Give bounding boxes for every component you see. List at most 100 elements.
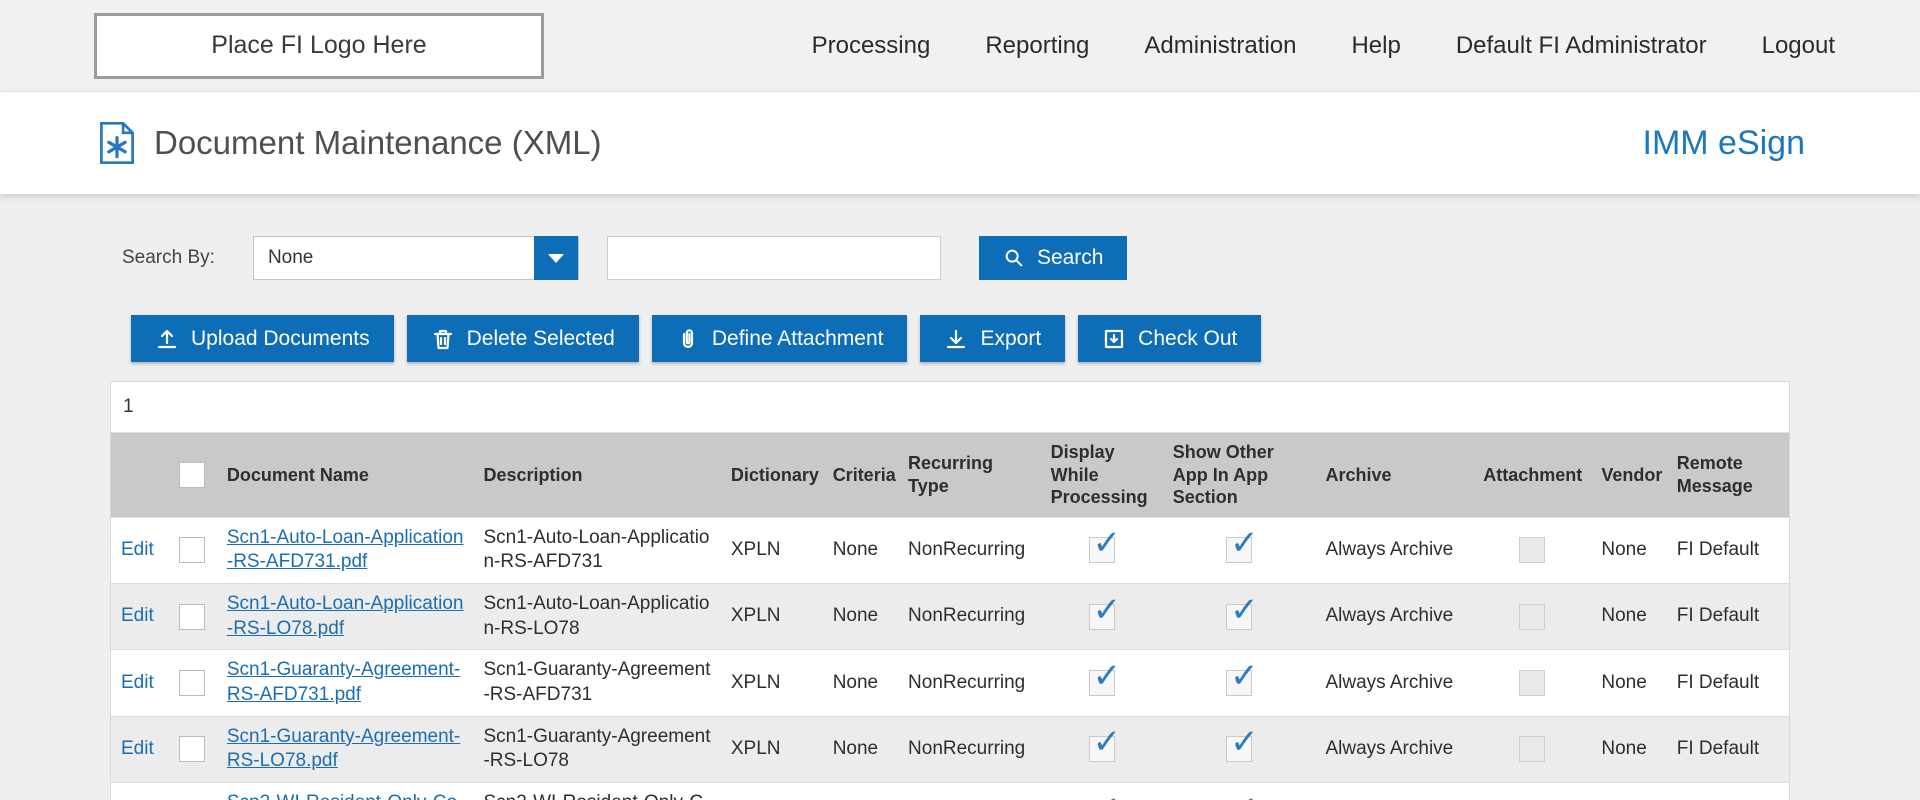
show-other-app-checkbox[interactable] [1226,736,1252,762]
edit-cell: Edit [111,517,168,583]
archive-cell: Always Archive [1315,650,1473,716]
remote-message-cell: FI Default [1667,517,1789,583]
delete-selected-button[interactable]: Delete Selected [407,315,639,362]
col-archive: Archive [1315,433,1473,517]
description-cell: Scn1-Auto-Loan-Application-RS-AFD731 [473,517,720,583]
edit-cell: Edit [111,583,168,649]
display-while-processing-checkbox[interactable] [1089,537,1115,563]
define-attachment-button[interactable]: Define Attachment [652,315,908,362]
archive-cell: Always Archive [1315,716,1473,782]
select-cell [168,783,217,800]
title-bar: Document Maintenance (XML) IMM eSign [0,92,1920,194]
search-by-label: Search By: [122,247,215,269]
vendor-cell: None [1591,583,1666,649]
criteria-cell: None [823,650,898,716]
description-cell: Scn1-Guaranty-Agreement-RS-AFD731 [473,650,720,716]
show-other-app-checkbox-cell [1163,783,1316,800]
attachment-checkbox [1519,670,1545,696]
document-name-link[interactable]: Scn1-Auto-Loan-Application-RS-LO78.pdf [227,593,464,639]
dropdown-toggle-button[interactable] [534,236,578,280]
show-other-app-checkbox-cell [1163,650,1316,716]
remote-message-cell: FI Default [1667,783,1789,800]
top-nav: Processing Reporting Administration Help… [812,32,1920,60]
nav-administration[interactable]: Administration [1144,32,1296,60]
display-while-processing-checkbox-cell [1041,583,1163,649]
display-while-processing-checkbox[interactable] [1089,670,1115,696]
remote-message-cell: FI Default [1667,716,1789,782]
dictionary-cell: XPLN [721,650,823,716]
export-button[interactable]: Export [920,315,1065,362]
select-cell [168,650,217,716]
page-number-1[interactable]: 1 [123,396,134,417]
dictionary-cell: XPLN [721,783,823,800]
select-all-checkbox[interactable] [179,462,205,488]
table-body: Edit Scn1-Auto-Loan-Application-RS-AFD731… [111,517,1789,800]
display-while-processing-checkbox-cell [1041,716,1163,782]
edit-cell: Edit [111,650,168,716]
row-checkbox[interactable] [179,670,205,696]
show-other-app-checkbox[interactable] [1226,537,1252,563]
define-attachment-label: Define Attachment [712,327,884,351]
fi-logo-text: Place FI Logo Here [211,31,426,60]
show-other-app-checkbox[interactable] [1226,670,1252,696]
search-row: Search By: None Search [122,236,1920,280]
display-while-processing-checkbox-cell [1041,650,1163,716]
export-icon [944,327,968,351]
criteria-cell: None [823,583,898,649]
check-out-button[interactable]: Check Out [1078,315,1261,362]
nav-logout[interactable]: Logout [1762,32,1835,60]
edit-link[interactable]: Edit [121,672,154,693]
nav-reporting[interactable]: Reporting [985,32,1089,60]
search-button[interactable]: Search [979,236,1128,280]
criteria-cell: None [823,716,898,782]
document-name-link[interactable]: Scn1-Guaranty-Agreement-RS-AFD731.pdf [227,659,460,705]
col-display-while-processing: Display While Processing [1041,433,1163,517]
check-out-label: Check Out [1138,327,1237,351]
col-edit [111,433,168,517]
col-recurring-type: Recurring Type [898,433,1041,517]
attachment-checkbox [1519,537,1545,563]
fi-logo-placeholder: Place FI Logo Here [94,13,544,79]
edit-cell: Edit [111,716,168,782]
row-checkbox[interactable] [179,736,205,762]
upload-documents-label: Upload Documents [191,327,370,351]
archive-cell: Always Archive [1315,783,1473,800]
document-name-link[interactable]: Scn1-Guaranty-Agreement-RS-LO78.pdf [227,726,460,772]
edit-link[interactable]: Edit [121,539,154,560]
upload-documents-button[interactable]: Upload Documents [131,315,394,362]
display-while-processing-checkbox[interactable] [1089,736,1115,762]
edit-link[interactable]: Edit [121,605,154,626]
attachment-checkbox [1519,736,1545,762]
col-dictionary: Dictionary [721,433,823,517]
table-row: Edit Scn1-Auto-Loan-Application-RS-AFD731… [111,517,1789,583]
dictionary-cell: XPLN [721,583,823,649]
select-cell [168,716,217,782]
search-input[interactable] [607,236,941,280]
export-label: Export [980,327,1041,351]
display-while-processing-checkbox[interactable] [1089,604,1115,630]
vendor-cell: None [1591,517,1666,583]
table-row: Edit Scn1-Guaranty-Agreement-RS-AFD731.pd… [111,650,1789,716]
nav-help[interactable]: Help [1351,32,1400,60]
select-cell [168,583,217,649]
search-button-label: Search [1037,246,1104,270]
attachment-checkbox-cell [1473,583,1591,649]
document-name-cell: Scn1-Guaranty-Agreement-RS-AFD731.pdf [217,650,474,716]
nav-processing[interactable]: Processing [812,32,931,60]
document-name-cell: Scn1-Auto-Loan-Application-RS-AFD731.pdf [217,517,474,583]
nav-current-user[interactable]: Default FI Administrator [1456,32,1707,60]
recurring-type-cell: NonRecurring [898,583,1041,649]
edit-cell: Edit [111,783,168,800]
document-name-link[interactable]: Scn1-Auto-Loan-Application-RS-AFD731.pdf [227,527,464,573]
col-criteria: Criteria [823,433,898,517]
documents-table: Document Name Description Dictionary Cri… [111,433,1789,800]
row-checkbox[interactable] [179,537,205,563]
search-by-dropdown-value: None [254,247,534,269]
row-checkbox[interactable] [179,604,205,630]
attachment-checkbox-cell [1473,716,1591,782]
show-other-app-checkbox-cell [1163,583,1316,649]
edit-link[interactable]: Edit [121,738,154,759]
document-name-link[interactable]: Scn2-WI-Resident-Only-CoApp-Initial-AFD7… [227,792,457,800]
show-other-app-checkbox[interactable] [1226,604,1252,630]
search-by-dropdown[interactable]: None [253,236,579,280]
